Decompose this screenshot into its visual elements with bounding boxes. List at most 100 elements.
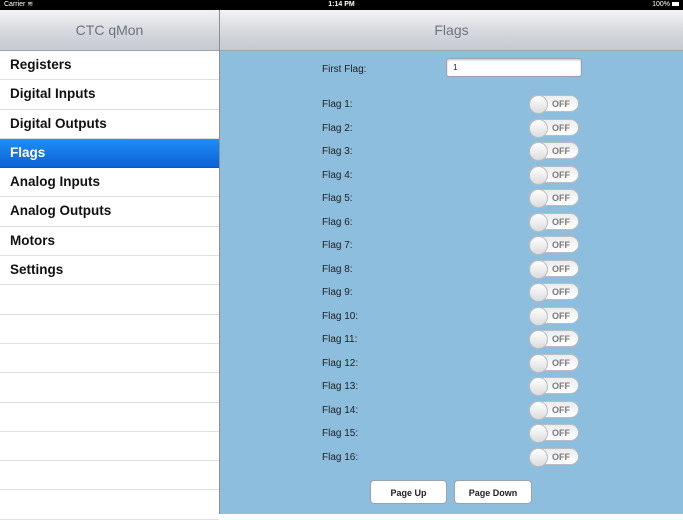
flags-content: First Flag: Flag 1: OFF Flag 2: OFF Flag… <box>220 51 683 514</box>
flag-7-switch[interactable]: OFF <box>529 236 579 255</box>
menu-list: Registers Digital Inputs Digital Outputs… <box>0 51 219 520</box>
switch-state: OFF <box>552 169 570 180</box>
flag-16-switch[interactable]: OFF <box>529 447 579 467</box>
flag-row: Flag 6: OFF <box>220 212 683 233</box>
flag-label: Flag 5: <box>322 193 353 204</box>
status-bar: Carrier ≋ 1:14 PM 100% <box>0 0 683 10</box>
menu-item-registers[interactable]: Registers <box>0 51 219 81</box>
menu-item-digital-inputs[interactable]: Digital Inputs <box>0 80 219 110</box>
switch-state: OFF <box>552 381 570 391</box>
empty-row <box>0 490 219 520</box>
flag-label: Flag 11: <box>322 334 358 345</box>
switch-state: OFF <box>552 404 570 415</box>
flag-row: Flag 10: OFF <box>220 306 683 327</box>
switch-state: OFF <box>552 310 570 321</box>
switch-knob <box>529 283 548 302</box>
switch-knob <box>529 353 548 373</box>
flag-row: Flag 15: OFF <box>220 424 683 444</box>
flag-label: Flag 16: <box>322 451 359 463</box>
flag-10-switch[interactable]: OFF <box>529 306 579 326</box>
flag-row: Flag 2: OFF <box>220 118 683 139</box>
flag-label: Flag 8: <box>322 263 353 275</box>
flag-row: Flag 9: OFF <box>220 283 683 303</box>
empty-row <box>0 403 219 432</box>
empty-row <box>0 432 219 462</box>
first-flag-label: First Flag: <box>322 64 367 75</box>
empty-row <box>0 461 219 491</box>
flag-row: Flag 16: OFF <box>220 447 683 468</box>
menu-item-analog-inputs[interactable]: Analog Inputs <box>0 168 219 198</box>
flag-5-switch[interactable]: OFF <box>529 189 579 208</box>
empty-row <box>0 315 219 344</box>
flag-label: Flag 13: <box>322 381 359 392</box>
switch-knob <box>529 259 548 279</box>
flag-11-switch[interactable]: OFF <box>529 330 579 349</box>
first-flag-input[interactable] <box>446 58 582 77</box>
switch-state: OFF <box>552 357 570 368</box>
switch-state: OFF <box>552 263 570 274</box>
flag-label: Flag 15: <box>322 428 359 439</box>
switch-state: OFF <box>552 122 570 133</box>
switch-state: OFF <box>552 240 570 250</box>
empty-row <box>0 344 219 374</box>
detail-navbar: Flags <box>220 10 683 51</box>
switch-state: OFF <box>552 287 570 297</box>
empty-row <box>0 373 219 403</box>
switch-state: OFF <box>552 451 570 462</box>
flag-2-switch[interactable]: OFF <box>529 118 579 138</box>
empty-row <box>0 285 219 315</box>
page-up-button[interactable]: Page Up <box>370 480 447 504</box>
flag-row: Flag 12: OFF <box>220 353 683 374</box>
flag-3-switch[interactable]: OFF <box>529 142 579 161</box>
master-navbar: CTC qMon <box>0 10 219 51</box>
switch-knob <box>529 165 548 185</box>
flag-1-switch[interactable]: OFF <box>529 95 579 114</box>
flag-4-switch[interactable]: OFF <box>529 165 579 185</box>
detail-pane: Flags First Flag: Flag 1: OFF Flag 2: OF… <box>220 10 683 514</box>
flag-label: Flag 12: <box>322 357 359 369</box>
switch-knob <box>529 142 548 161</box>
switch-knob <box>529 306 548 326</box>
master-pane: CTC qMon Registers Digital Inputs Digita… <box>0 10 220 520</box>
switch-knob <box>529 189 548 208</box>
flag-label: Flag 9: <box>322 287 353 298</box>
menu-item-motors[interactable]: Motors <box>0 227 219 257</box>
flag-row: Flag 8: OFF <box>220 259 683 280</box>
menu-item-analog-outputs[interactable]: Analog Outputs <box>0 197 219 227</box>
switch-knob <box>529 330 548 349</box>
detail-title: Flags <box>434 22 469 38</box>
switch-knob <box>529 447 548 467</box>
flag-6-switch[interactable]: OFF <box>529 212 579 232</box>
flag-label: Flag 1: <box>322 99 353 110</box>
page-down-button[interactable]: Page Down <box>454 480 532 504</box>
flag-label: Flag 2: <box>322 122 353 134</box>
menu-item-flags[interactable]: Flags <box>0 138 219 169</box>
flag-row: Flag 14: OFF <box>220 400 683 421</box>
flag-row: Flag 1: OFF <box>220 95 683 115</box>
flag-label: Flag 10: <box>322 310 359 322</box>
menu-item-digital-outputs[interactable]: Digital Outputs <box>0 110 219 139</box>
switch-knob <box>529 95 548 114</box>
flag-label: Flag 3: <box>322 146 353 157</box>
switch-state: OFF <box>552 193 570 203</box>
flag-8-switch[interactable]: OFF <box>529 259 579 279</box>
flag-label: Flag 14: <box>322 404 359 416</box>
flag-9-switch[interactable]: OFF <box>529 283 579 302</box>
master-title: CTC qMon <box>75 22 144 38</box>
flag-14-switch[interactable]: OFF <box>529 400 579 420</box>
switch-knob <box>529 236 548 255</box>
menu-item-settings[interactable]: Settings <box>0 256 219 286</box>
switch-state: OFF <box>552 146 570 156</box>
flag-row: Flag 11: OFF <box>220 330 683 350</box>
flag-12-switch[interactable]: OFF <box>529 353 579 373</box>
battery-indicator: 100% <box>652 0 679 10</box>
flag-row: Flag 4: OFF <box>220 165 683 186</box>
flag-row: Flag 7: OFF <box>220 236 683 256</box>
flag-row: Flag 13: OFF <box>220 377 683 397</box>
flag-row: Flag 5: OFF <box>220 189 683 209</box>
flag-13-switch[interactable]: OFF <box>529 377 579 396</box>
flag-row: Flag 3: OFF <box>220 142 683 162</box>
switch-knob <box>529 400 548 420</box>
flag-15-switch[interactable]: OFF <box>529 424 579 443</box>
flag-label: Flag 4: <box>322 169 353 181</box>
